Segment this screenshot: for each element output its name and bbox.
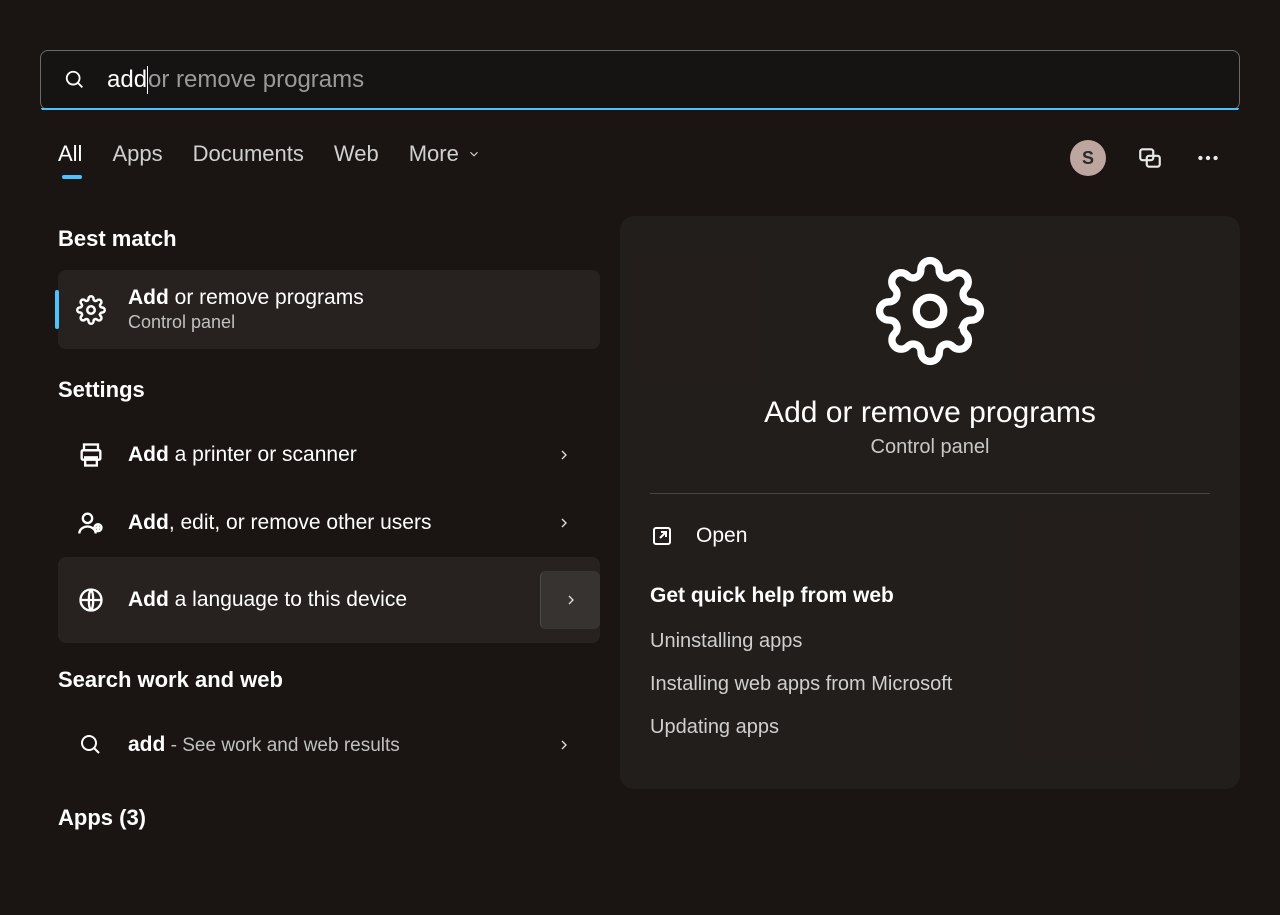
- detail-pane: Add or remove programs Control panel Ope…: [620, 216, 1240, 789]
- tab-more[interactable]: More: [409, 141, 481, 175]
- search-icon: [61, 66, 89, 94]
- result-subtitle: Control panel: [128, 312, 364, 333]
- chevron-right-icon[interactable]: [544, 725, 584, 765]
- filter-tabs: All Apps Documents Web More S: [40, 140, 1240, 176]
- best-match-header: Best match: [58, 226, 600, 252]
- printer-icon: [74, 438, 108, 472]
- result-text: Add a language to this device: [128, 588, 407, 612]
- chevron-down-icon: [467, 147, 481, 161]
- open-label: Open: [696, 524, 747, 548]
- result-title-bold: Add: [128, 286, 169, 309]
- search-bar[interactable]: add or remove programs: [40, 50, 1240, 110]
- chevron-right-icon[interactable]: [544, 503, 584, 543]
- search-typed-text: add: [107, 66, 147, 94]
- search-icon: [74, 728, 108, 762]
- result-text: Add a printer or scanner: [128, 443, 357, 467]
- tab-apps[interactable]: Apps: [112, 141, 162, 175]
- users-icon: [74, 506, 108, 540]
- chat-icon[interactable]: [1136, 144, 1164, 172]
- search-web-header: Search work and web: [58, 667, 600, 693]
- help-link-installing-web[interactable]: Installing web apps from Microsoft: [650, 663, 1210, 706]
- help-header: Get quick help from web: [650, 584, 1210, 608]
- search-ghost-text: or remove programs: [148, 66, 364, 94]
- chevron-right-icon[interactable]: [544, 435, 584, 475]
- more-options-icon[interactable]: [1194, 144, 1222, 172]
- best-match-result[interactable]: Add or remove programs Control panel: [58, 270, 600, 349]
- result-title-rest: or remove programs: [169, 286, 364, 309]
- tab-web[interactable]: Web: [334, 141, 379, 175]
- detail-subtitle: Control panel: [650, 436, 1210, 459]
- search-input[interactable]: add or remove programs: [107, 66, 364, 94]
- settings-item-printer[interactable]: Add a printer or scanner: [58, 421, 600, 489]
- detail-title: Add or remove programs: [650, 396, 1210, 430]
- gear-icon: [74, 293, 108, 327]
- divider: [650, 493, 1210, 494]
- help-link-uninstalling[interactable]: Uninstalling apps: [650, 620, 1210, 663]
- detail-gear-icon: [650, 256, 1210, 366]
- settings-item-users[interactable]: Add, edit, or remove other users: [58, 489, 600, 557]
- chevron-right-icon[interactable]: [540, 571, 600, 629]
- help-link-updating[interactable]: Updating apps: [650, 706, 1210, 749]
- apps-header: Apps (3): [58, 805, 600, 831]
- result-text: Add, edit, or remove other users: [128, 511, 431, 535]
- result-text: add - See work and web results: [128, 733, 400, 757]
- tab-all[interactable]: All: [58, 141, 82, 175]
- result-text: Add or remove programs Control panel: [128, 286, 364, 333]
- web-search-item[interactable]: add - See work and web results: [58, 711, 600, 779]
- profile-avatar[interactable]: S: [1070, 140, 1106, 176]
- settings-item-language[interactable]: Add a language to this device: [58, 557, 600, 643]
- settings-header: Settings: [58, 377, 600, 403]
- open-action[interactable]: Open: [650, 518, 1210, 554]
- open-external-icon: [650, 524, 674, 548]
- tab-documents[interactable]: Documents: [193, 141, 304, 175]
- tab-more-label: More: [409, 141, 459, 167]
- language-icon: [74, 583, 108, 617]
